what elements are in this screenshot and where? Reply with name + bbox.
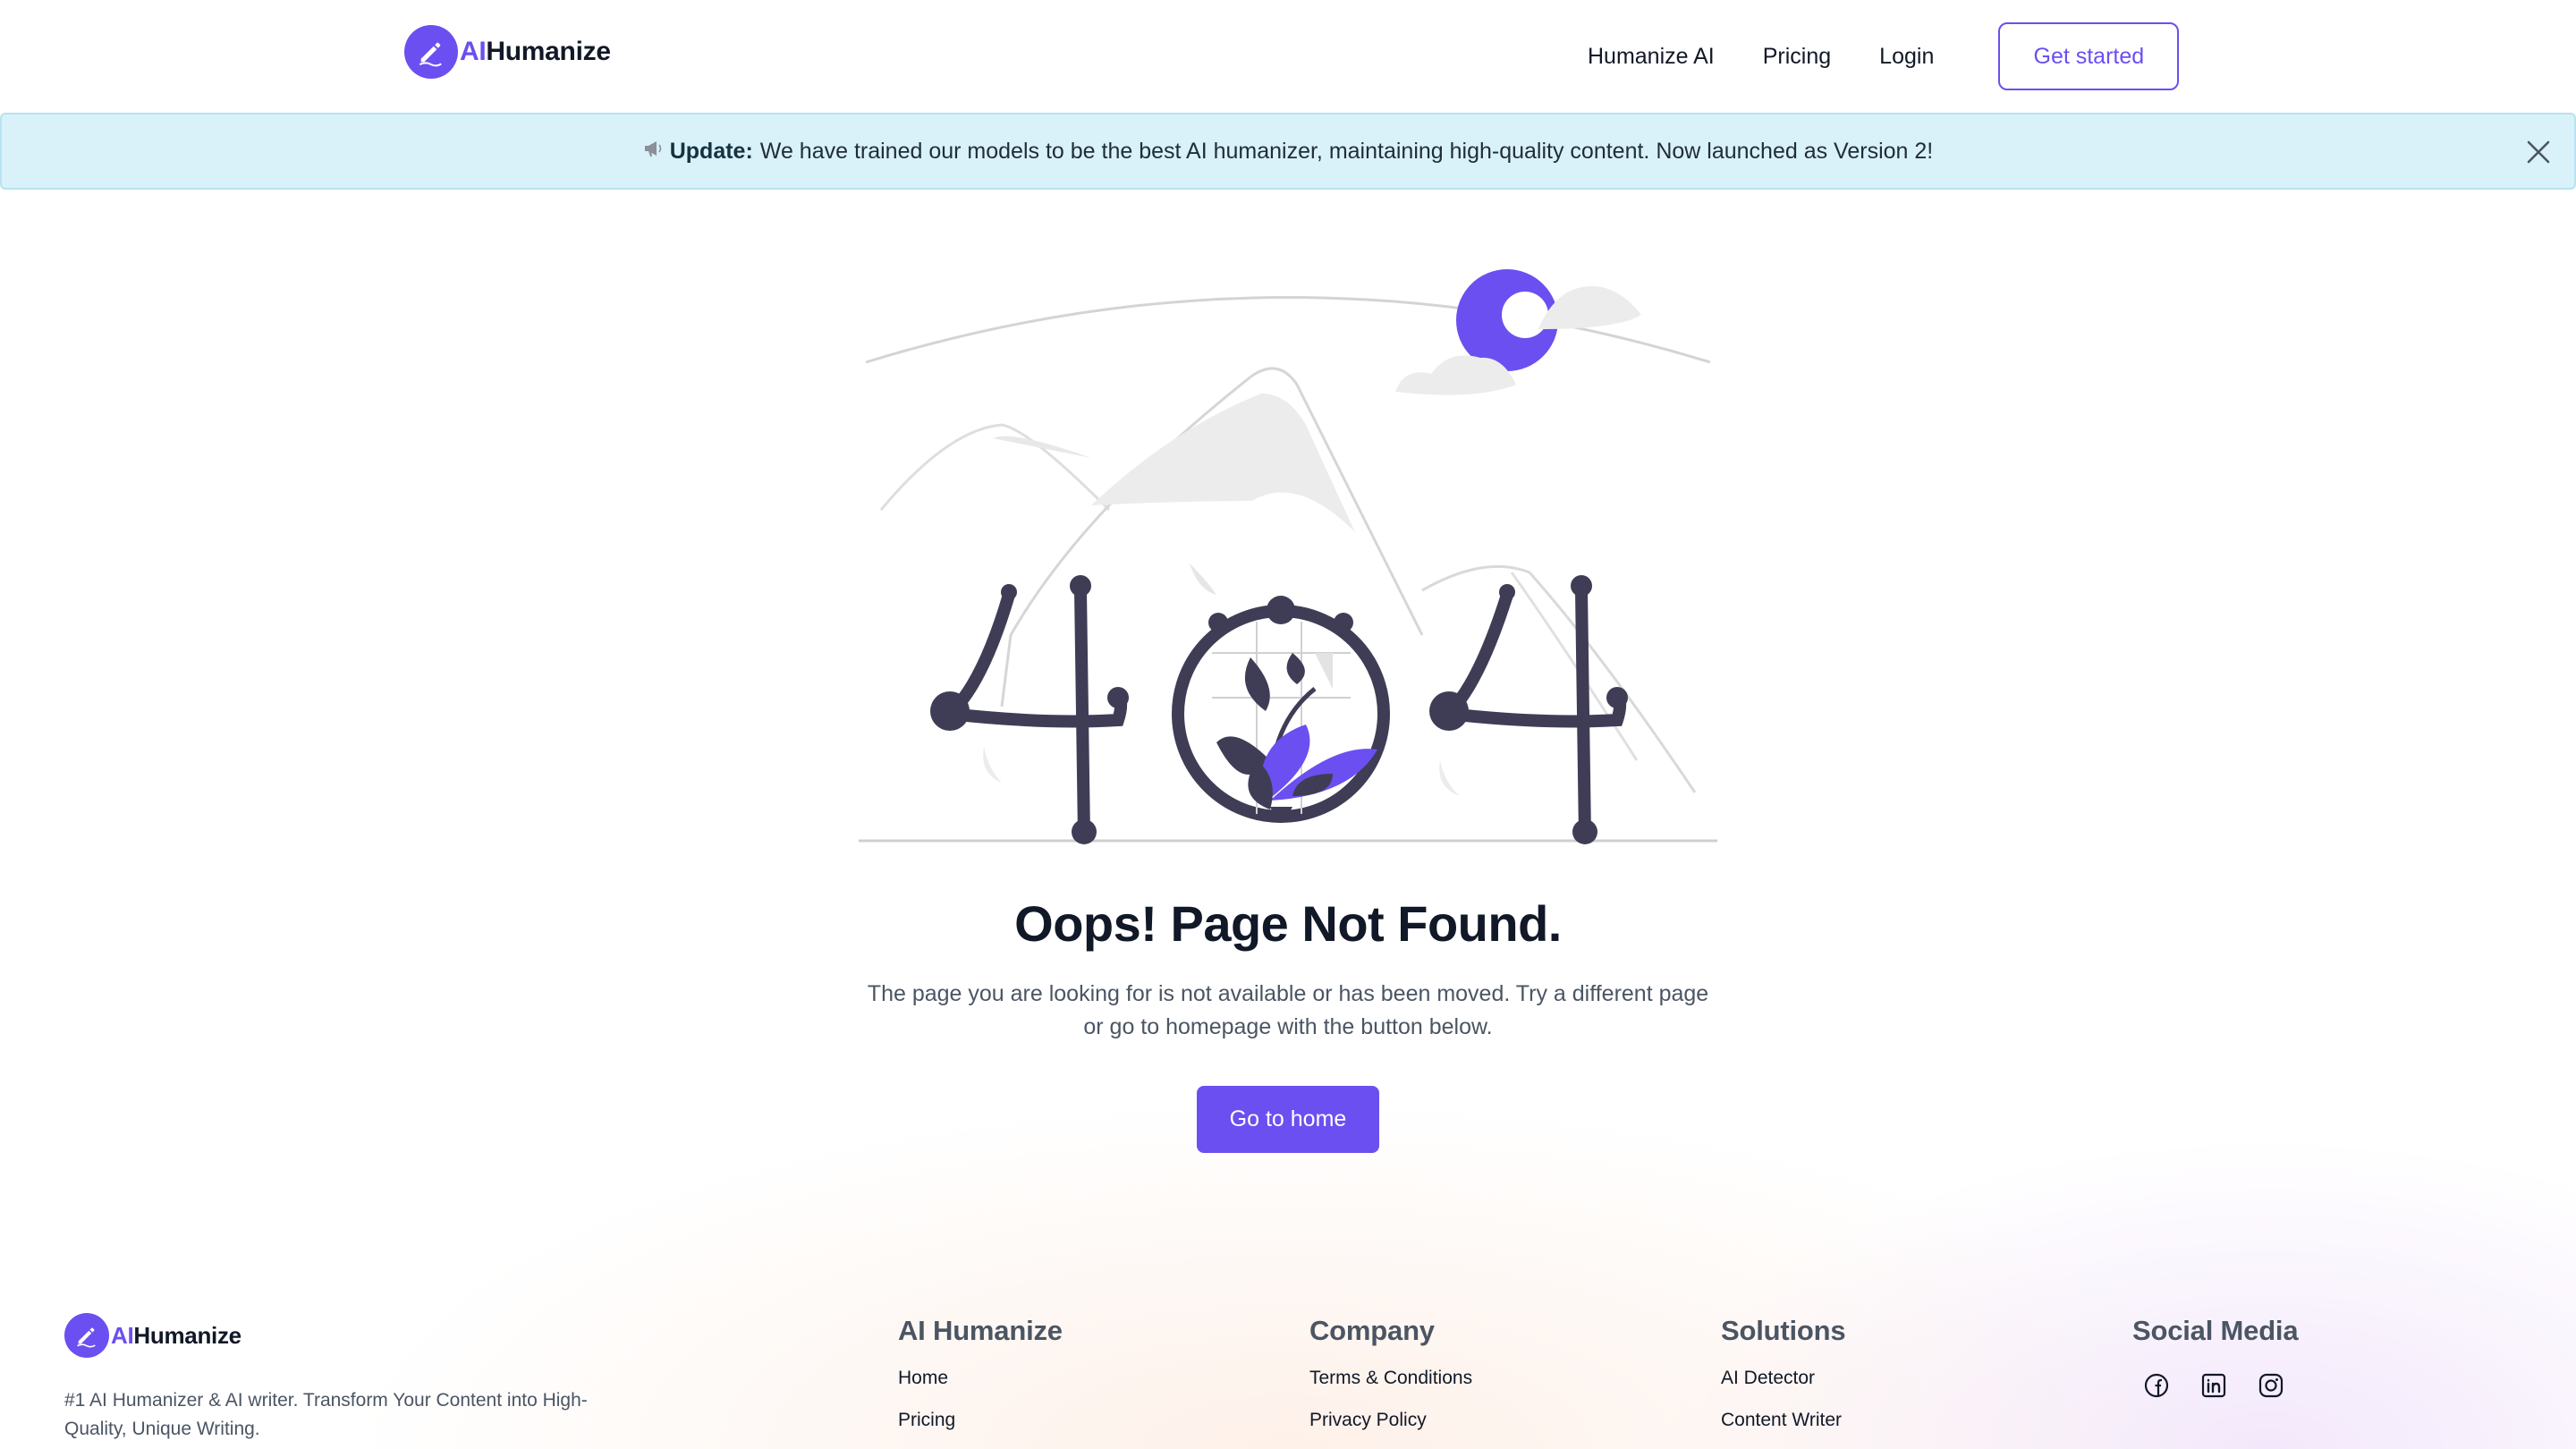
footer-col-title: Solutions <box>1721 1315 1846 1346</box>
footer-col-title: AI Humanize <box>898 1315 1063 1346</box>
banner-text: We have trained our models to be the bes… <box>759 138 1934 164</box>
main-nav: Humanize AI Pricing Login Get started <box>1588 22 2180 90</box>
nav-humanize-ai[interactable]: Humanize AI <box>1588 44 1715 70</box>
linkedin-icon[interactable] <box>2197 1368 2231 1402</box>
facebook-icon[interactable] <box>2140 1368 2174 1402</box>
banner-heading: Update: <box>669 138 753 164</box>
nav-login[interactable]: Login <box>1879 44 1934 70</box>
close-icon[interactable] <box>2522 136 2555 168</box>
pen-logo-icon <box>404 25 458 79</box>
header-logo[interactable]: AIHumanize <box>404 25 611 79</box>
instagram-icon[interactable] <box>2254 1368 2288 1402</box>
footer-col-social: Social Media <box>2132 1315 2299 1402</box>
footer-link-privacy[interactable]: Privacy Policy <box>1309 1409 1472 1432</box>
site-header: AIHumanize Humanize AI Pricing Login Get… <box>0 0 2576 113</box>
megaphone-icon <box>643 140 665 163</box>
footer-link-terms[interactable]: Terms & Conditions <box>1309 1367 1472 1390</box>
footer-col-ai-humanize: AI Humanize Home Pricing <box>898 1315 1063 1449</box>
get-started-button[interactable]: Get started <box>1998 22 2180 90</box>
logo-text: AIHumanize <box>460 37 611 66</box>
footer-link-pricing[interactable]: Pricing <box>898 1409 1063 1432</box>
footer-col-solutions: Solutions AI Detector Content Writer <box>1721 1315 1846 1449</box>
footer-col-title: Social Media <box>2132 1315 2299 1346</box>
footer-col-company: Company Terms & Conditions Privacy Polic… <box>1309 1315 1472 1449</box>
footer-col-title: Company <box>1309 1315 1435 1346</box>
social-links <box>2140 1368 2298 1402</box>
nav-pricing[interactable]: Pricing <box>1763 44 1831 70</box>
page-title: Oops! Page Not Found. <box>1014 895 1562 952</box>
footer-logo[interactable]: AIHumanize <box>64 1313 242 1358</box>
pen-logo-icon <box>64 1313 109 1358</box>
footer-link-home[interactable]: Home <box>898 1367 1063 1390</box>
footer-link-content-writer[interactable]: Content Writer <box>1721 1409 1845 1432</box>
footer-description: #1 AI Humanizer & AI writer. Transform Y… <box>64 1390 588 1439</box>
page-description: The page you are looking for is not avai… <box>867 981 1709 1039</box>
update-banner: Update: We have trained our models to be… <box>0 113 2576 190</box>
footer-link-ai-detector[interactable]: AI Detector <box>1721 1367 1845 1390</box>
404-illustration <box>850 259 1726 850</box>
go-home-button[interactable]: Go to home <box>1197 1086 1379 1153</box>
footer-logo-text: AIHumanize <box>111 1321 242 1349</box>
